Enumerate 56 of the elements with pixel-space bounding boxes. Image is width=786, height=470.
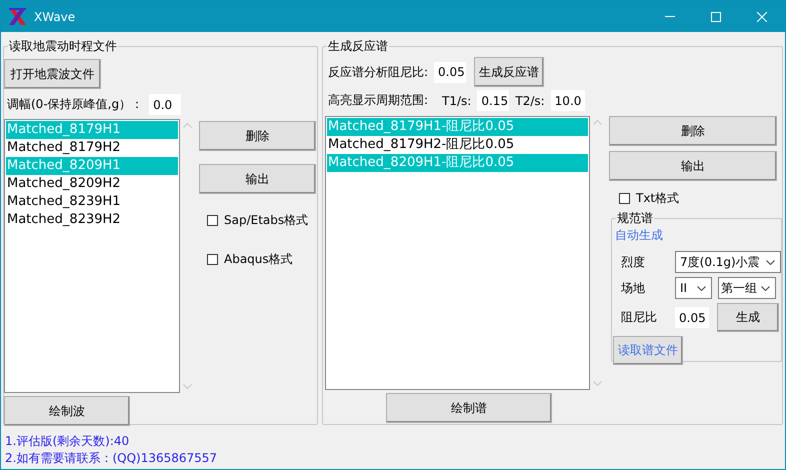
generate-spectrum-button[interactable]: 生成反应谱 — [474, 57, 544, 87]
scroll-up-icon[interactable] — [183, 123, 192, 128]
site-label: 场地 — [620, 280, 646, 296]
action-button[interactable]: 删除 — [199, 121, 316, 151]
list-item[interactable]: Matched_8179H2-阻尼比0.05 — [327, 136, 588, 154]
site-class-dropdown[interactable]: II — [675, 277, 712, 299]
intensity-label: 烈度 — [620, 254, 646, 270]
scroll-up-icon[interactable] — [593, 120, 602, 125]
list-item[interactable]: Matched_8179H2 — [6, 139, 178, 157]
scroll-down-icon[interactable] — [593, 381, 602, 386]
damping-label: 反应谱分析阻尼比: — [328, 64, 428, 80]
list-item[interactable]: Matched_8239H2 — [6, 211, 178, 229]
maximize-icon — [711, 12, 721, 22]
open-file-button[interactable]: 打开地震波文件 — [4, 59, 101, 89]
status-text: 1.评估版(剩余天数):40 — [5, 433, 130, 450]
checkbox[interactable] — [619, 193, 630, 204]
chevron-down-icon — [761, 286, 770, 290]
checkbox[interactable] — [207, 215, 218, 226]
minimize-icon — [665, 16, 675, 17]
amplitude-field[interactable]: 0.0 — [149, 94, 182, 115]
close-icon — [757, 12, 767, 22]
checkbox-label[interactable]: Txt格式 — [636, 190, 680, 207]
period-range-label: 高亮显示周期范围: — [328, 92, 428, 109]
file-list[interactable]: Matched_8179H1 Matched_8179H2 Matched_8209H1 Matched_8209H2 Matched_8239H1 Matched_8239H2 — [4, 119, 180, 393]
damping-field[interactable]: 0.05 — [434, 62, 466, 82]
chevron-down-icon — [697, 286, 706, 290]
generate-button[interactable]: 生成 — [717, 303, 779, 332]
action-button[interactable]: 删除 — [609, 116, 777, 146]
amplitude-label: 调幅(0-保持原峰值,g）： — [7, 96, 144, 113]
x-logo-icon — [9, 8, 26, 25]
plot-spectrum-button[interactable]: 绘制谱 — [386, 393, 552, 423]
group-title: 规范谱 — [616, 210, 654, 227]
t2-label: T2/s: — [515, 94, 545, 108]
t1-label: T1/s: — [442, 94, 472, 108]
plot-wave-button[interactable]: 绘制波 — [4, 396, 130, 426]
chevron-down-icon — [766, 260, 775, 264]
checkbox-label[interactable]: Abaqus格式 — [224, 251, 293, 268]
scroll-down-icon[interactable] — [183, 384, 192, 389]
checkbox-label[interactable]: Sap/Etabs格式 — [224, 212, 308, 229]
t2-field[interactable]: 10.0 — [550, 90, 585, 111]
intensity-dropdown[interactable]: 7度(0.1g)小震 — [675, 251, 781, 273]
status-text: 2.如有需要请联系：(QQ)1365867557 — [5, 450, 218, 467]
list-item[interactable]: Matched_8209H2 — [6, 175, 178, 193]
list-item[interactable]: Matched_8239H1 — [6, 193, 178, 211]
code-damping-label: 阻尼比 — [620, 309, 658, 326]
group-title: 生成反应谱 — [327, 38, 389, 55]
auto-generate-link[interactable]: 自动生成 — [615, 227, 663, 244]
file-list[interactable]: Matched_8179H1-阻尼比0.05 Matched_8179H2-阻尼比0.05 Matched_8209H1-阻尼比0.05 — [325, 116, 590, 390]
group-title: 读取地震动时程文件 — [8, 38, 118, 55]
code-damping-field[interactable]: 0.05 — [675, 307, 709, 328]
t1-field[interactable]: 0.15 — [477, 90, 510, 111]
design-group-dropdown[interactable]: 第一组 — [718, 277, 776, 299]
action-button[interactable]: 输出 — [199, 164, 316, 194]
checkbox[interactable] — [207, 254, 218, 265]
action-button[interactable]: 输出 — [609, 151, 777, 181]
window-title: XWave — [34, 10, 76, 24]
